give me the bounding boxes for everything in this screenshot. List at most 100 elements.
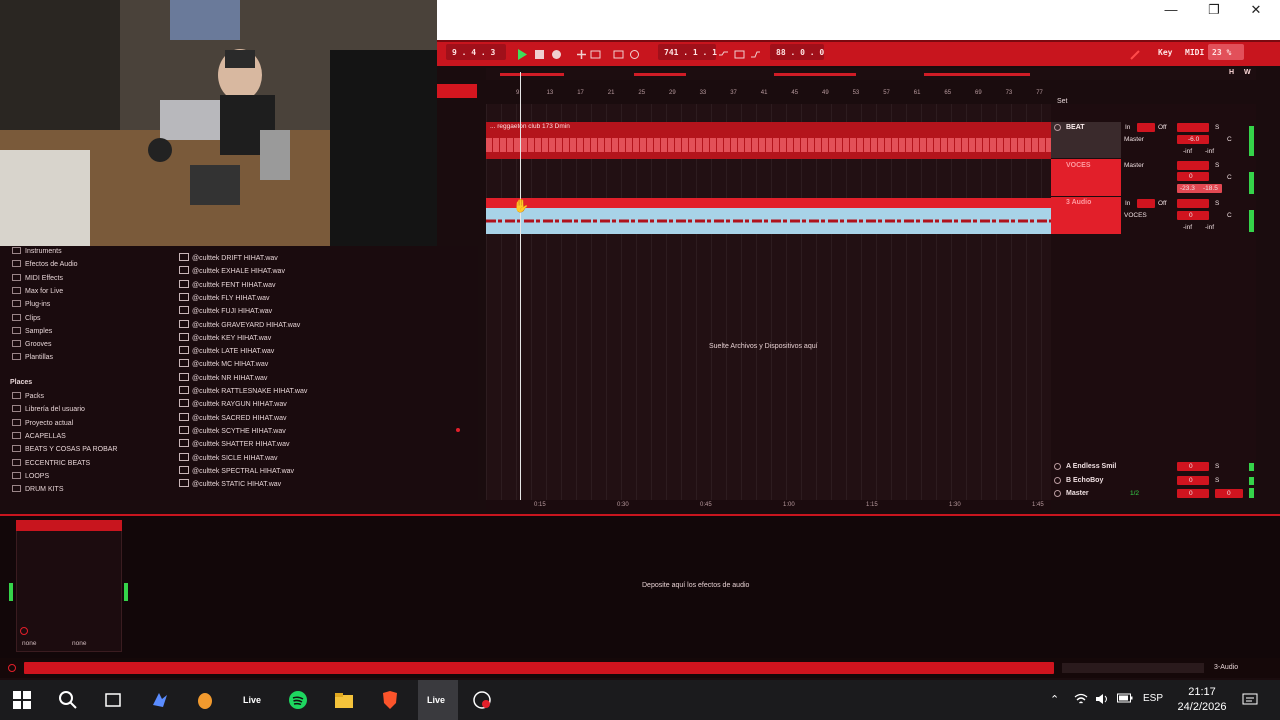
file-item[interactable]: @culttek KEY HIHAT.wav bbox=[179, 332, 271, 342]
loop-switch-icon[interactable] bbox=[613, 47, 624, 59]
minimize-button[interactable]: — bbox=[1149, 0, 1193, 22]
file-item[interactable]: @culttek SICLE HIHAT.wav bbox=[179, 452, 278, 462]
track-name[interactable]: BEAT bbox=[1066, 124, 1085, 131]
file-item[interactable]: @culttek DRIFT HIHAT.wav bbox=[179, 253, 278, 262]
device-title-bar[interactable] bbox=[16, 520, 122, 531]
output-none[interactable]: none bbox=[72, 640, 86, 647]
file-item[interactable]: @culttek FUJI HIHAT.wav bbox=[179, 306, 272, 315]
volume-box[interactable] bbox=[1177, 211, 1209, 220]
monitor-in[interactable]: In bbox=[1125, 124, 1130, 131]
volume-box[interactable] bbox=[1177, 172, 1209, 181]
utility-device[interactable] bbox=[16, 520, 122, 652]
return-track-a[interactable]: A Endless Smil bbox=[1066, 463, 1116, 470]
arrangement-view[interactable] bbox=[486, 104, 1051, 500]
punch-out-icon[interactable] bbox=[750, 47, 761, 58]
volume-value[interactable]: 0 bbox=[1189, 477, 1193, 484]
solo-button[interactable]: S bbox=[1215, 477, 1219, 484]
song-position[interactable]: 9 . 4 . 3 bbox=[452, 48, 495, 57]
beat-ruler[interactable]: 9 13 17 21 25 29 33 37 41 45 49 53 57 61 65 69 73 77 bbox=[486, 88, 1051, 102]
input-language[interactable]: ESP bbox=[1143, 693, 1163, 704]
file-item[interactable]: @culttek STATIC HIHAT.wav bbox=[179, 479, 281, 488]
volume-value[interactable]: 0 bbox=[1189, 173, 1193, 180]
audio-clip[interactable] bbox=[486, 208, 1051, 234]
battery-icon[interactable] bbox=[1117, 693, 1133, 706]
loop-start[interactable]: 741 . 1 . 1 bbox=[664, 48, 717, 57]
master-track[interactable]: Master bbox=[1066, 490, 1089, 497]
fold-icon[interactable] bbox=[1054, 124, 1061, 131]
volume-value[interactable]: 0 bbox=[1189, 463, 1193, 470]
output-routing[interactable]: Master bbox=[1124, 136, 1144, 143]
file-item[interactable]: @culttek SPECTRAL HIHAT.wav bbox=[179, 465, 294, 475]
place-item[interactable]: Librería del usuario bbox=[12, 405, 85, 413]
output-routing[interactable]: VOCES bbox=[1124, 212, 1147, 219]
monitor-in[interactable]: In bbox=[1125, 200, 1130, 207]
monitor-off[interactable]: Off bbox=[1158, 200, 1167, 207]
return-track-b[interactable]: B EchoBoy bbox=[1066, 477, 1103, 484]
master-routing[interactable]: 1/2 bbox=[1130, 490, 1139, 497]
draw-mode-icon[interactable] bbox=[1130, 47, 1141, 60]
file-item[interactable]: @culttek FLY HIHAT.wav bbox=[179, 292, 270, 302]
w-toggle[interactable]: W bbox=[1244, 69, 1251, 76]
file-item[interactable]: @culttek GRAVEYARD HIHAT.wav bbox=[179, 319, 300, 329]
ableton-live-icon[interactable]: Live bbox=[240, 688, 264, 712]
automation-arm-icon[interactable] bbox=[590, 47, 601, 59]
fold-icon[interactable] bbox=[1054, 490, 1061, 497]
volume-box[interactable] bbox=[1177, 489, 1209, 498]
browser-category[interactable]: Plug-ins bbox=[12, 300, 50, 308]
loop-length[interactable]: 88 . 0 . 0 bbox=[776, 48, 824, 57]
search-icon[interactable] bbox=[56, 688, 80, 712]
midi-map-button[interactable]: MIDI bbox=[1185, 48, 1204, 57]
windows-start-icon[interactable] bbox=[10, 688, 34, 712]
output-routing[interactable]: Master bbox=[1124, 162, 1144, 169]
volume-box[interactable] bbox=[1177, 161, 1209, 170]
obs-icon[interactable] bbox=[470, 688, 494, 712]
file-item[interactable]: @culttek RATTLESNAKE HIHAT.wav bbox=[179, 386, 307, 395]
pan-value[interactable]: C bbox=[1227, 212, 1232, 219]
browser-category[interactable]: MIDI Effects bbox=[12, 273, 63, 282]
overdub-icon[interactable] bbox=[576, 47, 587, 59]
solo-button[interactable]: S bbox=[1215, 162, 1219, 169]
volume-box[interactable] bbox=[1177, 476, 1209, 485]
browser-category[interactable]: Efectos de Audio bbox=[12, 260, 78, 268]
metronome-icon[interactable] bbox=[629, 47, 640, 59]
file-item[interactable]: @culttek MC HIHAT.wav bbox=[179, 359, 268, 368]
loop-icon[interactable] bbox=[734, 47, 745, 59]
ableton-live-active-icon[interactable]: Live bbox=[424, 688, 448, 712]
auto-box[interactable] bbox=[1137, 199, 1155, 208]
track-name[interactable]: VOCES bbox=[1066, 162, 1091, 169]
browser-category[interactable]: Instruments bbox=[12, 247, 62, 255]
close-button[interactable]: ✕ bbox=[1234, 0, 1278, 22]
file-item[interactable]: @culttek SCYTHE HIHAT.wav bbox=[179, 425, 286, 435]
fl-studio-icon[interactable] bbox=[193, 688, 217, 712]
browser-category[interactable]: Plantillas bbox=[12, 353, 53, 361]
place-item[interactable]: ACAPELLAS bbox=[12, 431, 66, 440]
file-item[interactable]: @culttek FENT HIHAT.wav bbox=[179, 279, 275, 289]
pan-value[interactable]: C bbox=[1227, 174, 1232, 181]
device-power-icon[interactable] bbox=[20, 627, 28, 635]
solo-button[interactable]: S bbox=[1215, 124, 1219, 131]
punch-in-icon[interactable] bbox=[718, 47, 729, 58]
tray-chevron-icon[interactable]: ⌃ bbox=[1050, 693, 1059, 706]
input-none[interactable]: none bbox=[22, 640, 36, 647]
solo-button[interactable]: S bbox=[1215, 200, 1219, 207]
file-item[interactable]: @culttek NR HIHAT.wav bbox=[179, 372, 267, 382]
stop-icon[interactable] bbox=[534, 47, 545, 59]
device-view[interactable] bbox=[0, 514, 1280, 658]
task-view-icon[interactable] bbox=[101, 688, 125, 712]
place-item[interactable]: ECCENTRIC BEATS bbox=[12, 458, 90, 467]
audio-clip-header[interactable] bbox=[486, 198, 1051, 208]
file-item[interactable]: @culttek SHATTER HIHAT.wav bbox=[179, 439, 289, 448]
volume-box[interactable] bbox=[1177, 199, 1209, 208]
volume-box[interactable] bbox=[1177, 462, 1209, 471]
place-item[interactable]: BEATS Y COSAS PA ROBAR bbox=[12, 445, 117, 453]
place-item[interactable]: Proyecto actual bbox=[12, 418, 73, 427]
notifications-icon[interactable] bbox=[1242, 693, 1258, 710]
file-item[interactable]: @culttek SACRED HIHAT.wav bbox=[179, 412, 287, 422]
track-header-beat[interactable] bbox=[1051, 122, 1121, 158]
place-item[interactable]: LOOPS bbox=[12, 471, 49, 480]
volume-value[interactable]: -6.0 bbox=[1188, 136, 1199, 143]
h-toggle[interactable]: H bbox=[1229, 69, 1234, 76]
copilot-icon[interactable] bbox=[148, 688, 172, 712]
pan-value[interactable]: C bbox=[1227, 136, 1232, 143]
volume-box[interactable] bbox=[1177, 123, 1209, 132]
